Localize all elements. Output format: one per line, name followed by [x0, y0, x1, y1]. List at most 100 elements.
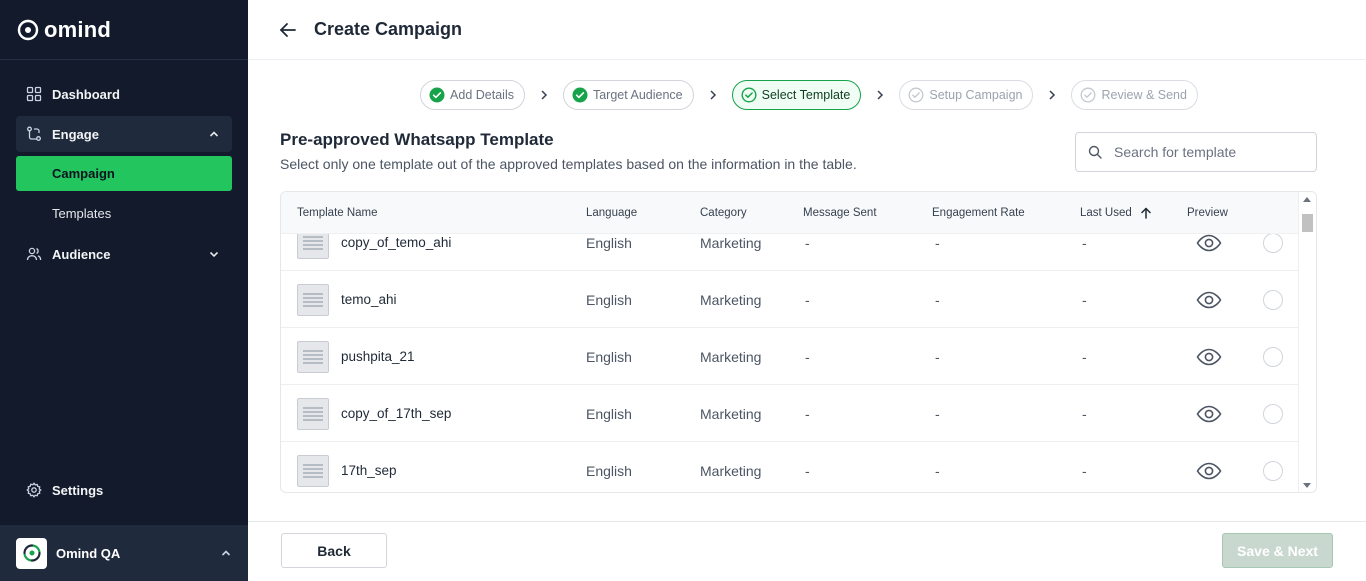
step-target-audience[interactable]: Target Audience — [562, 80, 694, 110]
step-label: Review & Send — [1101, 88, 1187, 102]
language-cell: English — [586, 462, 632, 479]
last-used-cell: - — [1082, 405, 1087, 422]
template-radio[interactable] — [1263, 346, 1283, 367]
gear-icon — [26, 482, 42, 498]
column-header-label: Last Used — [1080, 207, 1132, 219]
sidebar-subitem-label: Campaign — [52, 166, 115, 181]
workflow-icon — [26, 126, 42, 142]
brand[interactable]: omind — [0, 0, 248, 60]
message-sent-cell: - — [805, 234, 810, 251]
chevron-right-icon — [1046, 89, 1058, 101]
chevron-down-icon — [208, 248, 220, 260]
table-scrollbar[interactable] — [1298, 192, 1316, 492]
select-cell — [1263, 385, 1283, 442]
category-cell: Marketing — [700, 348, 762, 365]
column-header-message-sent[interactable]: Message Sent — [803, 192, 877, 234]
back-arrow-icon[interactable] — [278, 20, 298, 40]
preview-cell — [1196, 328, 1222, 385]
check-circle-outline-icon — [908, 87, 924, 103]
last-used-cell: - — [1082, 462, 1087, 479]
step-review-send[interactable]: Review & Send — [1071, 80, 1198, 110]
templates-table: Template Name Language Category Message … — [280, 191, 1317, 493]
page-title: Create Campaign — [314, 19, 463, 39]
preview-cell — [1196, 234, 1222, 271]
eye-icon[interactable] — [1196, 290, 1222, 310]
message-sent-cell: - — [805, 405, 810, 422]
language-cell: English — [586, 348, 632, 365]
column-header-engagement-rate[interactable]: Engagement Rate — [932, 192, 1025, 234]
last-used-cell: - — [1082, 291, 1087, 308]
sidebar-item-label: Engage — [52, 126, 99, 142]
template-name: temo_ahi — [341, 292, 397, 307]
column-header-category[interactable]: Category — [700, 192, 747, 234]
column-header-language[interactable]: Language — [586, 192, 637, 234]
sidebar-subitem-campaign[interactable]: Campaign — [16, 156, 232, 191]
step-setup-campaign[interactable]: Setup Campaign — [899, 80, 1034, 110]
last-used-cell: - — [1082, 234, 1087, 251]
brand-name: omind — [44, 16, 111, 42]
grid-icon — [26, 86, 42, 102]
sidebar-item-label: Settings — [52, 482, 104, 498]
language-cell: English — [586, 291, 632, 308]
category-cell: Marketing — [700, 405, 762, 422]
template-name-cell: temo_ahi — [297, 271, 397, 328]
save-next-button[interactable]: Save & Next — [1222, 533, 1333, 568]
engagement-rate-cell: - — [935, 348, 940, 365]
select-cell — [1263, 234, 1283, 271]
sidebar-item-engage[interactable]: Engage — [16, 116, 232, 152]
sidebar-item-audience[interactable]: Audience — [16, 236, 232, 272]
template-radio[interactable] — [1263, 234, 1283, 253]
engagement-rate-cell: - — [935, 234, 940, 251]
message-sent-cell: - — [805, 291, 810, 308]
column-header-last-used[interactable]: Last Used — [1080, 192, 1152, 234]
table-row[interactable]: temo_ahi English Marketing - - - — [281, 271, 1299, 328]
category-cell: Marketing — [700, 462, 762, 479]
back-button[interactable]: Back — [281, 533, 387, 568]
engagement-rate-cell: - — [935, 462, 940, 479]
scroll-up-arrow-icon[interactable] — [1303, 197, 1311, 202]
sidebar-item-dashboard[interactable]: Dashboard — [16, 76, 232, 112]
eye-icon[interactable] — [1196, 461, 1222, 481]
sidebar-item-settings[interactable]: Settings — [16, 472, 232, 508]
template-thumbnail — [297, 283, 329, 316]
sidebar-subitem-templates[interactable]: Templates — [16, 196, 232, 231]
select-cell — [1263, 442, 1283, 492]
table-row[interactable]: 17th_sep English Marketing - - - — [281, 442, 1299, 492]
eye-icon[interactable] — [1196, 404, 1222, 424]
table-row[interactable]: copy_of_17th_sep English Marketing - - - — [281, 385, 1299, 442]
search-icon — [1088, 145, 1102, 159]
template-radio[interactable] — [1263, 460, 1283, 481]
sort-arrow-up-icon[interactable] — [1140, 207, 1152, 219]
template-radio[interactable] — [1263, 403, 1283, 424]
chevron-right-icon — [874, 89, 886, 101]
search-input[interactable] — [1114, 144, 1304, 160]
step-select-template[interactable]: Select Template — [731, 80, 862, 110]
table-rows: copy_of_temo_ahi English Marketing - - - — [281, 234, 1299, 492]
select-cell — [1263, 271, 1283, 328]
engagement-rate-cell: - — [935, 291, 940, 308]
column-header-template-name[interactable]: Template Name — [297, 192, 378, 234]
main-content: Create Campaign Add Details Target Audie… — [248, 0, 1366, 581]
table-row[interactable]: pushpita_21 English Marketing - - - — [281, 328, 1299, 385]
omind-logo-icon — [16, 18, 40, 42]
page-footer: Back Save & Next — [248, 521, 1366, 581]
preview-cell — [1196, 271, 1222, 328]
eye-icon[interactable] — [1196, 234, 1222, 253]
table-row[interactable]: copy_of_temo_ahi English Marketing - - - — [281, 234, 1299, 271]
step-add-details[interactable]: Add Details — [420, 80, 525, 110]
page-header: Create Campaign — [248, 0, 1366, 60]
template-thumbnail — [297, 397, 329, 430]
scrollbar-thumb[interactable] — [1302, 214, 1313, 232]
check-circle-outline-icon — [741, 87, 757, 103]
template-thumbnail — [297, 340, 329, 373]
template-name-cell: copy_of_17th_sep — [297, 385, 451, 442]
section-header: Pre-approved Whatsapp Template Select on… — [280, 130, 857, 172]
users-icon — [26, 246, 42, 262]
scroll-down-arrow-icon[interactable] — [1303, 483, 1311, 488]
select-cell — [1263, 328, 1283, 385]
template-radio[interactable] — [1263, 289, 1283, 310]
org-switcher[interactable]: Omind QA — [0, 525, 248, 581]
table-body: copy_of_temo_ahi English Marketing - - - — [281, 234, 1299, 492]
template-name-cell: 17th_sep — [297, 442, 397, 492]
eye-icon[interactable] — [1196, 347, 1222, 367]
